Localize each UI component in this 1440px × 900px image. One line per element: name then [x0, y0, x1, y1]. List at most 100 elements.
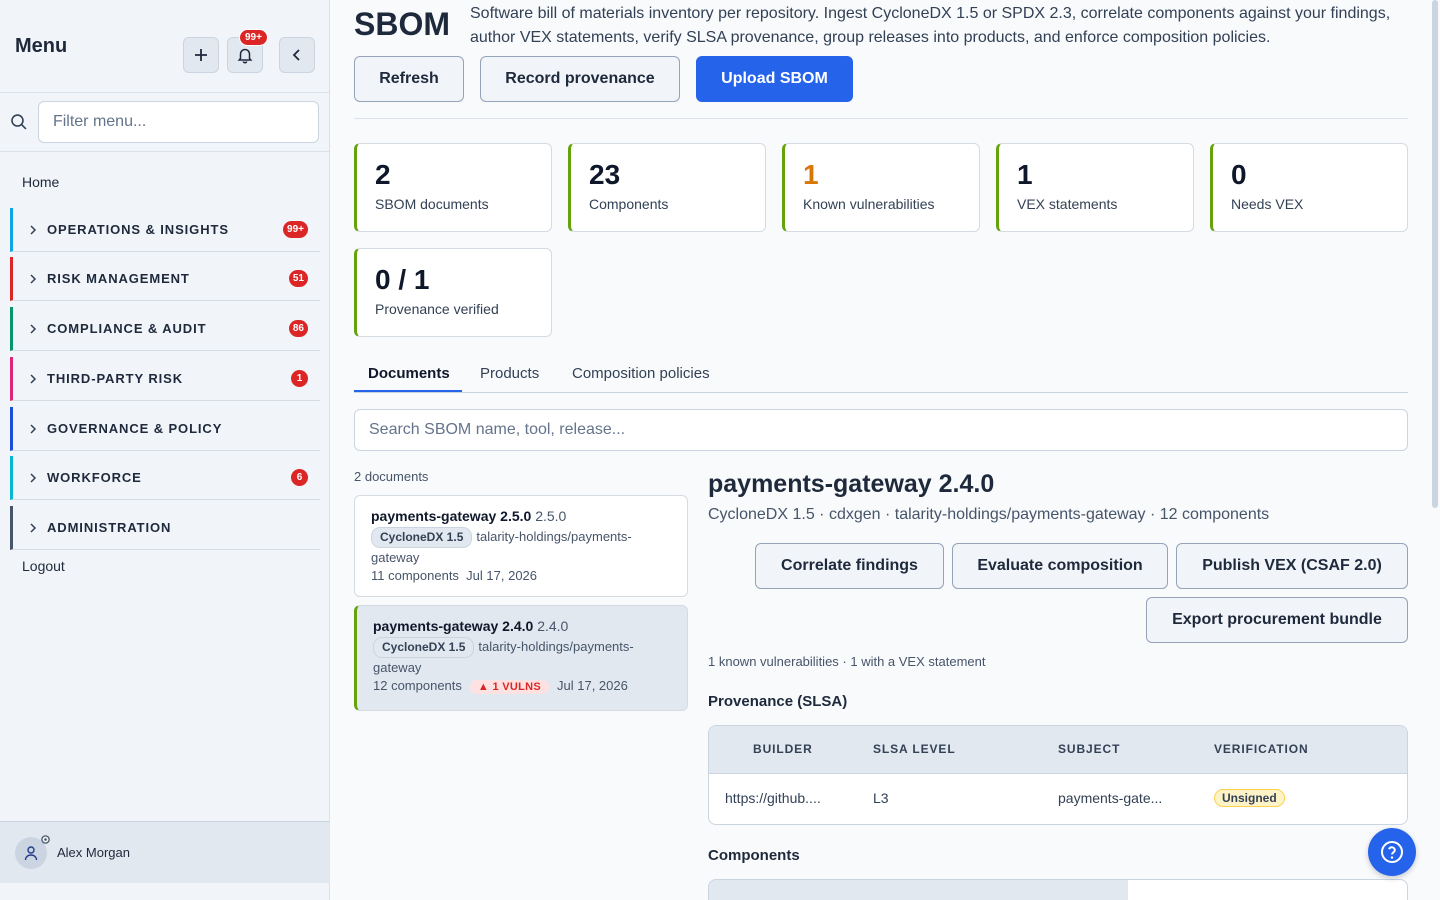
detail-title: payments-gateway 2.4.0: [708, 470, 995, 498]
add-button[interactable]: [183, 37, 219, 73]
subject-cell: payments-gate...: [1058, 790, 1163, 806]
help-button[interactable]: [1368, 828, 1416, 876]
column-header: VERIFICATION: [1214, 742, 1309, 756]
nav-label: RISK MANAGEMENT: [47, 271, 190, 286]
filter-menu-input[interactable]: [37, 101, 319, 143]
stat-value: 1: [803, 159, 819, 190]
nav-label: GOVERNANCE & POLICY: [47, 421, 223, 436]
nav-third-party-risk[interactable]: THIRD-PARTY RISK 1: [10, 357, 320, 401]
nav-compliance-audit[interactable]: COMPLIANCE & AUDIT 86: [10, 307, 320, 351]
collapse-sidebar-button[interactable]: [279, 37, 315, 73]
plus-icon: [195, 49, 207, 61]
user-profile[interactable]: Alex Morgan: [0, 821, 330, 883]
provenance-heading: Provenance (SLSA): [708, 693, 848, 710]
tab-documents[interactable]: Documents: [368, 365, 450, 382]
column-header: SUBJECT: [1058, 742, 1121, 756]
search-icon: [11, 114, 27, 130]
nav-workforce[interactable]: WORKFORCE 6: [10, 456, 320, 500]
page-description: Software bill of materials inventory per…: [470, 5, 1391, 46]
scrollbar[interactable]: [1432, 0, 1438, 508]
chevron-right-icon: [30, 522, 37, 533]
sidebar: Menu 99+ Home OPERATIONS & INSIGHTS 99+ …: [0, 0, 330, 900]
document-name: payments-gateway 2.4.0: [373, 618, 534, 634]
stat-value: 0 / 1: [375, 264, 430, 295]
record-provenance-button[interactable]: Record provenance: [480, 56, 680, 102]
nav-operations-insights[interactable]: OPERATIONS & INSIGHTS 99+: [10, 208, 320, 252]
bell-icon: [237, 48, 253, 64]
stat-value: 1: [1017, 159, 1033, 190]
provenance-table: BUILDER SLSA LEVEL SUBJECT VERIFICATION …: [708, 725, 1408, 825]
stat-sbom-documents: 2 SBOM documents: [354, 143, 552, 232]
detail-subtitle: CycloneDX 1.5 · cdxgen · talarity-holdin…: [708, 506, 1270, 523]
document-title: payments-gateway 2.4.0 2.4.0: [373, 618, 671, 634]
correlate-findings-button[interactable]: Correlate findings: [755, 543, 944, 589]
stat-label: Known vulnerabilities: [803, 196, 935, 212]
chevron-right-icon: [30, 224, 37, 235]
notifications-button[interactable]: 99+: [227, 29, 268, 73]
tab-products[interactable]: Products: [480, 365, 539, 382]
export-procurement-bundle-button[interactable]: Export procurement bundle: [1146, 597, 1408, 643]
stat-label: Components: [589, 196, 669, 212]
page-title: SBOM: [354, 6, 450, 42]
component-count: 12 components: [373, 678, 462, 693]
table-row[interactable]: https://github.... L3 payments-gate... U…: [709, 774, 1407, 824]
component-count: 11 components: [371, 568, 459, 583]
components-heading: Components: [708, 847, 800, 864]
document-version: 2.5.0: [535, 508, 567, 524]
nav-label: ADMINISTRATION: [47, 520, 172, 535]
document-date: Jul 17, 2026: [557, 678, 628, 693]
nav-badge: 1: [291, 370, 308, 387]
nav-administration[interactable]: ADMINISTRATION: [10, 506, 320, 550]
vulns-badge: ▲ 1 VULNS: [469, 680, 550, 694]
document-footer: 12 components ▲ 1 VULNS Jul 17, 2026: [373, 678, 671, 694]
nav-label: OPERATIONS & INSIGHTS: [47, 222, 229, 237]
stat-known-vulnerabilities: 1 Known vulnerabilities: [782, 143, 980, 232]
avatar: [15, 834, 50, 869]
sidebar-title: Menu: [15, 34, 68, 57]
sidebar-header: Menu 99+: [0, 0, 329, 93]
stat-needs-vex: 0 Needs VEX: [1210, 143, 1408, 232]
active-tab-indicator: [354, 390, 462, 392]
sidebar-search: [0, 93, 329, 152]
nav-badge: 86: [288, 320, 308, 337]
table-header: BUILDER SLSA LEVEL SUBJECT VERIFICATION: [709, 726, 1407, 774]
document-count: 2 documents: [354, 469, 429, 484]
components-table: [708, 879, 1408, 900]
sbom-search-input[interactable]: [354, 409, 1408, 451]
column-header: BUILDER: [753, 742, 813, 756]
stat-value: 0: [1231, 159, 1247, 190]
chevron-right-icon: [30, 323, 37, 334]
nav-home[interactable]: Home: [22, 174, 59, 190]
chevron-right-icon: [30, 472, 37, 483]
nav-badge: 51: [288, 270, 308, 287]
stat-label: Provenance verified: [375, 301, 499, 317]
evaluate-composition-button[interactable]: Evaluate composition: [952, 543, 1168, 589]
user-name: Alex Morgan: [57, 845, 130, 860]
tab-composition-policies[interactable]: Composition policies: [572, 365, 710, 382]
document-name: payments-gateway 2.5.0: [371, 508, 532, 524]
refresh-button[interactable]: Refresh: [354, 56, 464, 102]
chevron-left-icon: [292, 49, 300, 61]
stat-provenance-verified: 0 / 1 Provenance verified: [354, 248, 552, 337]
document-meta: CycloneDX 1.5 talarity-holdings/payments-…: [371, 527, 671, 567]
document-card-selected[interactable]: payments-gateway 2.4.0 2.4.0 CycloneDX 1…: [354, 605, 688, 711]
nav-risk-management[interactable]: RISK MANAGEMENT 51: [10, 257, 320, 301]
nav-badge: 6: [291, 469, 308, 486]
logout-link[interactable]: Logout: [22, 558, 65, 574]
stat-value: 2: [375, 159, 391, 190]
slsa-level-cell: L3: [873, 790, 889, 806]
chevron-right-icon: [30, 423, 37, 434]
nav-label: WORKFORCE: [47, 470, 142, 485]
format-pill: CycloneDX 1.5: [371, 527, 473, 548]
nav-governance-policy[interactable]: GOVERNANCE & POLICY: [10, 407, 320, 451]
chevron-right-icon: [30, 373, 37, 384]
document-date: Jul 17, 2026: [466, 568, 538, 583]
stat-label: VEX statements: [1017, 196, 1118, 212]
document-card[interactable]: payments-gateway 2.5.0 2.5.0 CycloneDX 1…: [354, 495, 688, 597]
publish-vex-button[interactable]: Publish VEX (CSAF 2.0): [1176, 543, 1408, 589]
column-header: SLSA LEVEL: [873, 742, 956, 756]
verification-badge: Unsigned: [1214, 789, 1285, 807]
document-meta: CycloneDX 1.5 talarity-holdings/payments-…: [373, 637, 671, 677]
document-title: payments-gateway 2.5.0 2.5.0: [371, 508, 671, 524]
upload-sbom-button[interactable]: Upload SBOM: [696, 56, 853, 102]
